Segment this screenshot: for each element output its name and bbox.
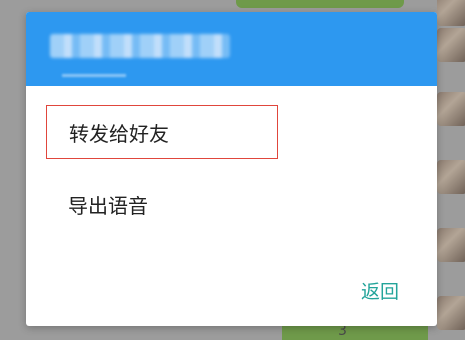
export-voice-label: 导出语音 (68, 193, 148, 218)
voice-options-dialog: 转发给好友 导出语音 返回 (26, 12, 437, 326)
chat-bubble-top (236, 0, 404, 8)
blurred-title (50, 34, 230, 58)
dialog-header (26, 12, 437, 86)
avatar (437, 160, 465, 194)
avatar (437, 296, 465, 330)
forward-to-friend-button[interactable]: 转发给好友 (46, 105, 278, 159)
forward-to-friend-label: 转发给好友 (69, 121, 169, 146)
avatar (437, 92, 465, 126)
back-button[interactable]: 返回 (361, 277, 399, 304)
blurred-subtitle (62, 74, 126, 77)
avatar (437, 28, 465, 62)
avatar (437, 0, 465, 26)
chat-screen-background: 3 转发给好友 导出语音 返回 (0, 0, 465, 340)
export-voice-button[interactable]: 导出语音 (46, 177, 278, 231)
avatar (437, 228, 465, 262)
